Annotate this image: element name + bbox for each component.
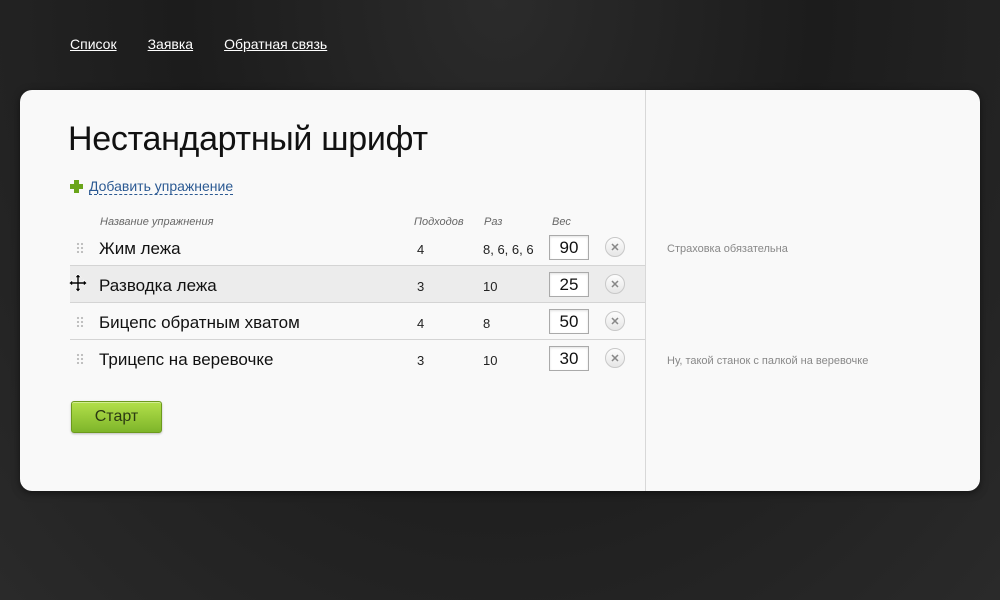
exercise-name: Разводка лежа: [99, 276, 217, 295]
exercise-note: Страховка обязательна: [667, 243, 788, 255]
header-weight: Вес: [552, 216, 571, 228]
exercise-sets: 4: [417, 316, 425, 331]
page-title: Нестандартный шрифт: [68, 120, 428, 158]
table-header: Название упражнения Подходов Раз Вес: [20, 216, 645, 230]
exercise-reps: 8: [483, 316, 491, 331]
exercise-sets: 3: [417, 353, 425, 368]
close-icon[interactable]: ✕: [605, 311, 625, 331]
workout-card: Нестандартный шрифт Добавить упражнение …: [20, 90, 980, 491]
table-row: Трицепс на веревочке 3 10 ✕: [70, 340, 645, 377]
table-row: Бицепс обратным хватом 4 8 ✕: [70, 303, 645, 340]
exercise-reps: 8, 6, 6, 6: [483, 242, 534, 257]
exercise-name: Бицепс обратным хватом: [99, 313, 300, 332]
weight-input[interactable]: [549, 272, 589, 297]
exercise-note: Ну, такой станок с палкой на веревочке: [667, 355, 869, 367]
weight-input[interactable]: [549, 309, 589, 334]
exercise-sets: 3: [417, 279, 425, 294]
add-exercise-label: Добавить упражнение: [89, 178, 234, 195]
exercise-reps: 10: [483, 353, 498, 368]
drag-handle-icon[interactable]: [76, 242, 84, 253]
drag-handle-icon[interactable]: [76, 353, 84, 364]
plus-icon: [70, 180, 83, 193]
weight-input[interactable]: [549, 235, 589, 260]
exercise-reps: 10: [483, 279, 498, 294]
nav-link-request[interactable]: Заявка: [148, 36, 193, 52]
start-button[interactable]: Старт: [71, 401, 162, 433]
move-cursor-icon[interactable]: [69, 274, 87, 292]
exercise-list: Жим лежа 4 8, 6, 6, 6 ✕ Разводка лежа 3 …: [69, 229, 645, 377]
header-sets: Подходов: [414, 216, 464, 228]
notes-divider: [645, 90, 646, 491]
exercise-sets: 4: [417, 242, 425, 257]
drag-handle-icon[interactable]: [76, 316, 84, 327]
nav-link-list[interactable]: Список: [70, 36, 117, 52]
exercise-name: Жим лежа: [99, 239, 181, 258]
nav-link-feedback[interactable]: Обратная связь: [224, 36, 327, 52]
close-icon[interactable]: ✕: [605, 348, 625, 368]
table-row: Разводка лежа 3 10 ✕: [69, 266, 645, 303]
close-icon[interactable]: ✕: [605, 237, 625, 257]
header-reps: Раз: [484, 216, 503, 228]
table-row: Жим лежа 4 8, 6, 6, 6 ✕: [70, 229, 645, 266]
header-name: Название упражнения: [100, 216, 214, 228]
top-navigation: Список Заявка Обратная связь: [70, 36, 327, 52]
exercise-name: Трицепс на веревочке: [99, 350, 274, 369]
weight-input[interactable]: [549, 346, 589, 371]
add-exercise-link[interactable]: Добавить упражнение: [70, 178, 234, 195]
close-icon[interactable]: ✕: [605, 274, 625, 294]
